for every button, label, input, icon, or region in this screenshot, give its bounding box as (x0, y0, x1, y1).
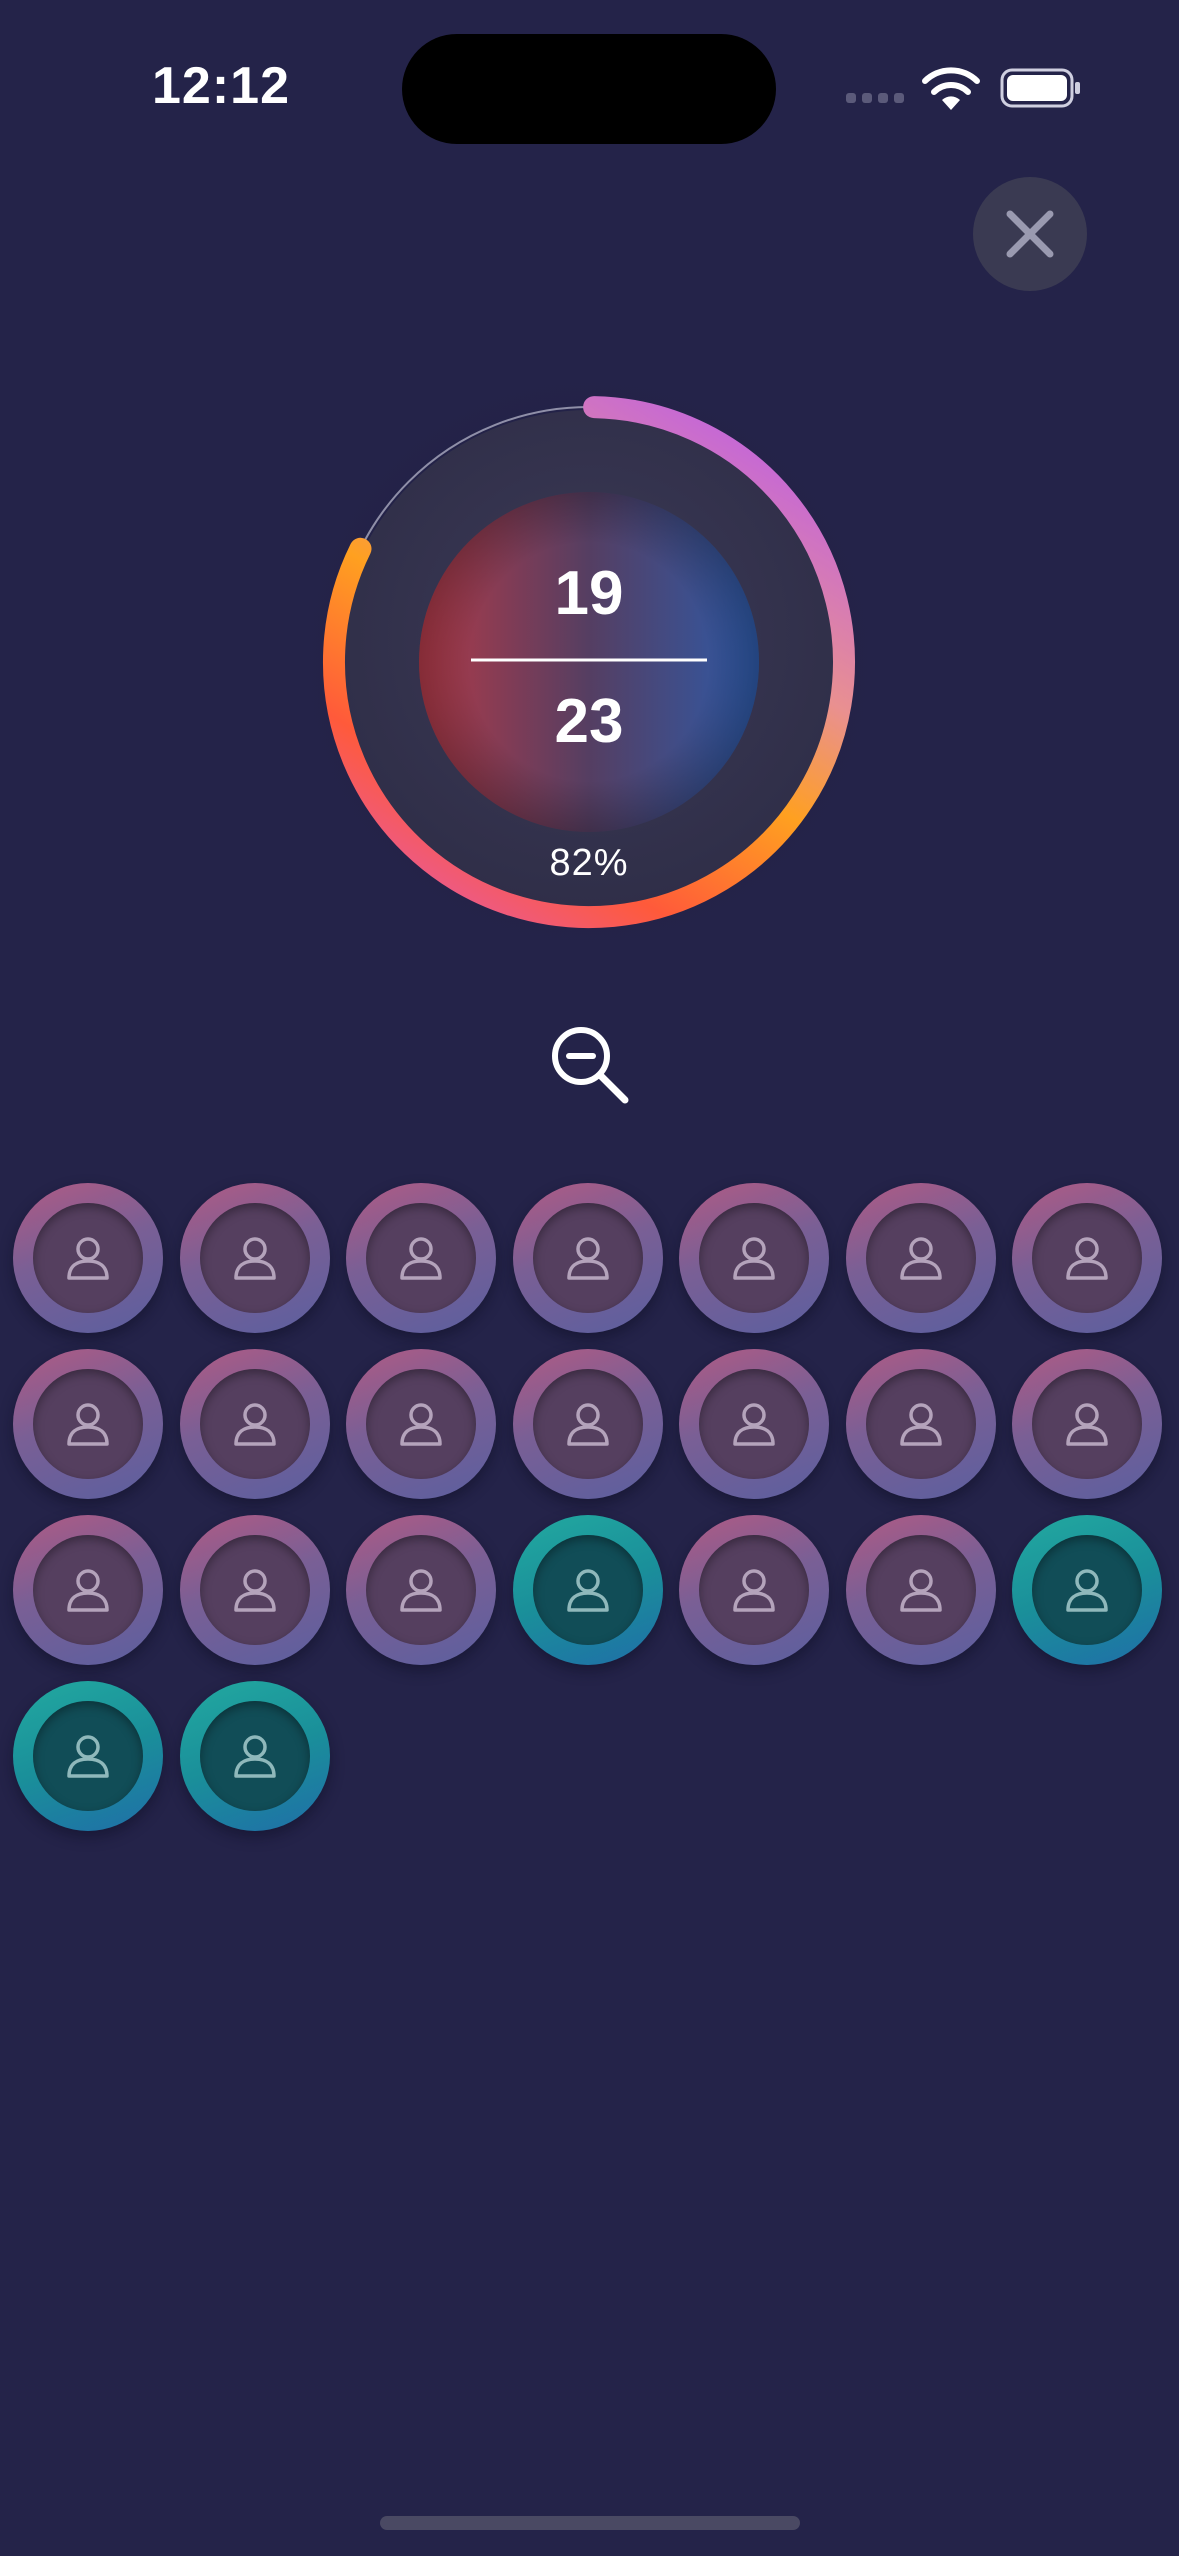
participant-avatar[interactable] (346, 1515, 496, 1665)
participant-avatar[interactable] (679, 1515, 829, 1665)
participant-avatar[interactable] (179, 1183, 330, 1333)
participant-avatar[interactable] (1012, 1515, 1162, 1665)
zoom-out-button[interactable] (545, 1020, 635, 1110)
person-icon (233, 1569, 276, 1612)
participant-avatar[interactable] (179, 1349, 330, 1499)
participant-avatar[interactable] (13, 1515, 163, 1665)
person-icon (1066, 1569, 1108, 1612)
battery-icon (1000, 68, 1080, 108)
person-icon (67, 1403, 109, 1446)
participant-avatar[interactable] (1012, 1183, 1162, 1333)
participant-avatar-inner (1032, 1203, 1142, 1313)
participant-avatar-inner (33, 1701, 143, 1811)
person-icon (67, 1735, 109, 1778)
person-icon (733, 1237, 775, 1280)
person-icon (899, 1237, 942, 1280)
person-icon (400, 1237, 442, 1280)
participant-avatar-inner (532, 1203, 643, 1313)
person-icon (733, 1403, 775, 1446)
person-icon (733, 1569, 775, 1612)
person-icon (233, 1735, 276, 1778)
participant-avatar[interactable] (1012, 1349, 1162, 1499)
participant-avatar[interactable] (845, 1515, 996, 1665)
status-time: 12:12 (152, 57, 290, 115)
status-bar: 12:12 (0, 0, 1179, 170)
person-icon (899, 1569, 942, 1612)
participant-avatar-inner (532, 1369, 643, 1479)
score-gauge: 19 23 82% (289, 362, 889, 962)
participant-avatar[interactable] (512, 1349, 663, 1499)
participant-avatar[interactable] (679, 1183, 829, 1333)
participant-avatar[interactable] (346, 1349, 496, 1499)
participant-avatar[interactable] (346, 1183, 496, 1333)
person-icon (233, 1237, 276, 1280)
participant-avatar-inner (1032, 1369, 1142, 1479)
participant-avatar-inner (199, 1701, 310, 1811)
participant-avatar-inner (699, 1535, 809, 1645)
participant-avatar[interactable] (13, 1349, 163, 1499)
participant-avatar-inner (199, 1535, 310, 1645)
participant-avatar[interactable] (679, 1349, 829, 1499)
person-icon (899, 1403, 942, 1446)
person-icon (1066, 1403, 1108, 1446)
participant-avatar-inner (33, 1535, 143, 1645)
close-icon (1006, 210, 1054, 258)
zoom-out-icon (552, 1027, 629, 1104)
participant-avatar-inner (865, 1203, 976, 1313)
dynamic-island (402, 34, 776, 144)
person-icon (566, 1403, 609, 1446)
participant-avatar-inner (199, 1203, 310, 1313)
participant-avatar[interactable] (845, 1349, 996, 1499)
participant-avatar[interactable] (179, 1681, 330, 1831)
participant-avatar[interactable] (179, 1515, 330, 1665)
participant-avatar-inner (699, 1203, 809, 1313)
person-icon (67, 1237, 109, 1280)
participant-avatar-inner (532, 1535, 643, 1645)
gauge-percent: 82% (549, 842, 629, 884)
participant-avatar-inner (33, 1369, 143, 1479)
wifi-icon (922, 67, 980, 110)
person-icon (67, 1569, 109, 1612)
participant-avatar-inner (865, 1535, 976, 1645)
participant-avatar-inner (366, 1369, 476, 1479)
participant-avatar[interactable] (512, 1183, 663, 1333)
person-icon (1066, 1237, 1108, 1280)
participant-avatar[interactable] (13, 1183, 163, 1333)
close-button[interactable] (973, 177, 1087, 291)
person-icon (566, 1237, 609, 1280)
participant-avatar-inner (33, 1203, 143, 1313)
participant-avatar-inner (699, 1369, 809, 1479)
participant-avatar-inner (865, 1369, 976, 1479)
participant-avatar[interactable] (845, 1183, 996, 1333)
participant-avatar-inner (366, 1535, 476, 1645)
person-icon (566, 1569, 609, 1612)
cellular-signal-icon (846, 93, 904, 103)
participant-avatar[interactable] (13, 1681, 163, 1831)
gauge-bottom-value: 23 (554, 687, 624, 756)
participant-avatar[interactable] (512, 1515, 663, 1665)
person-icon (400, 1403, 442, 1446)
participant-avatar-inner (199, 1369, 310, 1479)
gauge-top-value: 19 (554, 559, 624, 628)
participant-grid (13, 1183, 1162, 1831)
participant-avatar-inner (1032, 1535, 1142, 1645)
person-icon (233, 1403, 276, 1446)
home-indicator[interactable] (380, 2516, 800, 2530)
participant-avatar-inner (366, 1203, 476, 1313)
person-icon (400, 1569, 442, 1612)
